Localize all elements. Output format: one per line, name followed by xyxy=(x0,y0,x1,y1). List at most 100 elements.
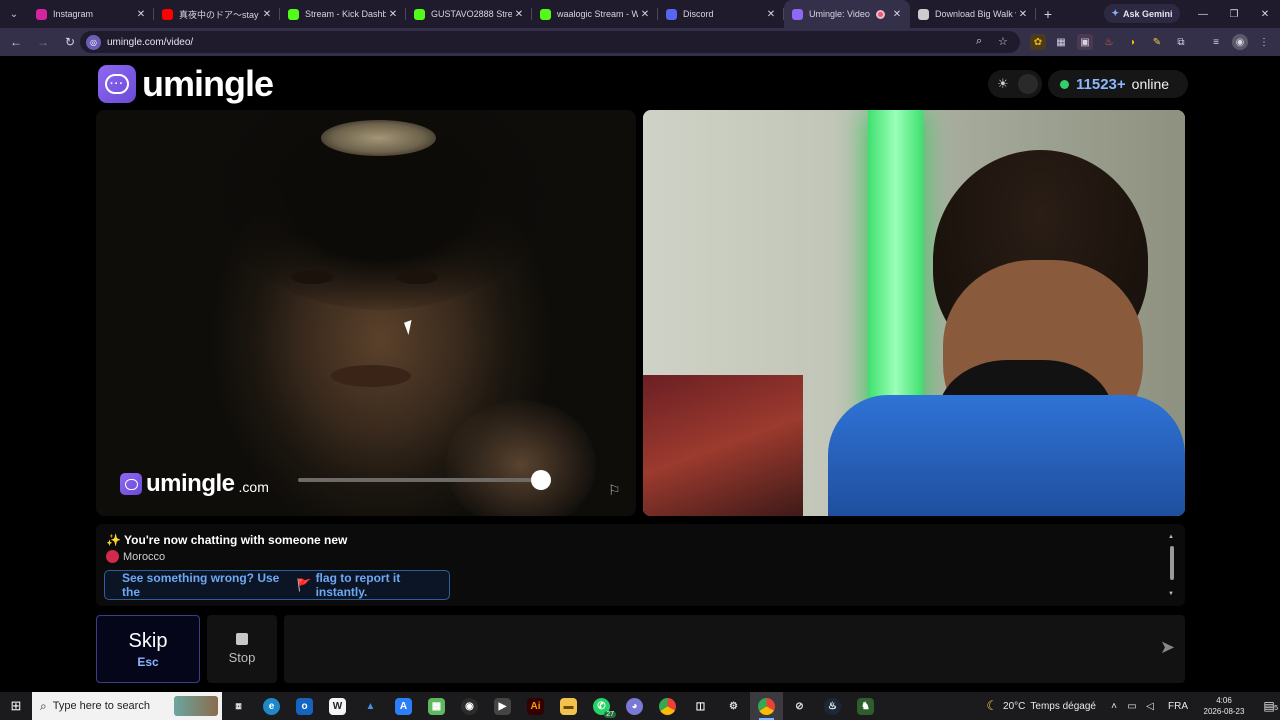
extension-f-icon[interactable]: ✎ xyxy=(1149,34,1165,50)
close-tab-icon[interactable]: ✕ xyxy=(512,9,526,20)
browser-tab[interactable]: GUSTAVO2888 Stream✕ xyxy=(406,0,532,28)
self-blue-shirt xyxy=(828,395,1185,516)
stop-button[interactable]: Stop xyxy=(207,615,277,683)
minimize-icon[interactable]: — xyxy=(1188,0,1218,28)
close-tab-icon[interactable]: ✕ xyxy=(134,9,148,20)
stranger-left-eye xyxy=(291,270,333,284)
edge-icon[interactable]: e xyxy=(255,692,288,720)
whatsapp-badge: 27 xyxy=(604,711,616,718)
chrome-icon[interactable] xyxy=(651,692,684,720)
message-input[interactable] xyxy=(296,635,1136,663)
address-bar[interactable]: ◎ umingle.com/video/ ⌕ ☆ xyxy=(80,31,1020,53)
volume-slider[interactable] xyxy=(298,470,551,490)
outlook-icon[interactable]: o xyxy=(288,692,321,720)
volume-slider-thumb[interactable] xyxy=(530,470,551,490)
tab-title: Instagram xyxy=(53,9,94,19)
search-icon: ⌕ xyxy=(40,698,47,713)
profile-avatar-icon[interactable]: ◉ xyxy=(1232,34,1248,50)
game-app-icon[interactable]: ♞ xyxy=(849,692,882,720)
umingle-watermark-icon xyxy=(120,473,142,495)
browser-tab[interactable]: waalogic Stream - Watch✕ xyxy=(532,0,658,28)
close-window-icon[interactable]: ✕ xyxy=(1250,0,1280,28)
skip-button[interactable]: Skip Esc xyxy=(96,615,200,683)
scroll-up-arrow-icon[interactable]: ▲ xyxy=(1168,534,1174,540)
umingle-watermark: umingle .com xyxy=(120,470,269,498)
browser-tab[interactable]: Umingle: Video Chat ✕ xyxy=(784,0,910,28)
tray-chevron-up-icon[interactable]: ˄ xyxy=(1106,701,1122,712)
watermark-domain: .com xyxy=(238,479,269,495)
network-icon[interactable]: ▭ xyxy=(1124,701,1140,712)
close-tab-icon[interactable]: ✕ xyxy=(890,9,904,20)
close-tab-icon[interactable]: ✕ xyxy=(260,9,274,20)
scroll-down-arrow-icon[interactable]: ▼ xyxy=(1168,591,1174,597)
umingle-logo[interactable]: ··· umingle xyxy=(98,63,274,105)
red-flag-icon: 🚩 xyxy=(296,578,312,592)
app-triangle-icon[interactable]: ▲ xyxy=(354,692,387,720)
notification-center-icon[interactable]: ▤ 5 xyxy=(1258,699,1280,713)
whatsapp-icon[interactable]: ✆ 27 xyxy=(585,692,618,720)
tab-search-chevron-icon[interactable]: ⌄ xyxy=(0,0,28,28)
stop-square-icon xyxy=(236,633,248,645)
recorder-app-icon[interactable]: ⊘ xyxy=(783,692,816,720)
weather-widget[interactable]: ☾ 20°C Temps dégagé xyxy=(986,698,1096,714)
browser-tab[interactable]: Stream - Kick Dashboard✕ xyxy=(280,0,406,28)
media-player-icon[interactable]: ▶ xyxy=(486,692,519,720)
close-tab-icon[interactable]: ✕ xyxy=(638,9,652,20)
media-controls-icon[interactable]: ≡ xyxy=(1208,34,1224,50)
volume-icon[interactable]: ◁ xyxy=(1142,701,1158,712)
online-count: 11523+ xyxy=(1076,75,1126,93)
forward-arrow-icon[interactable]: → xyxy=(31,30,55,54)
stranger-hand xyxy=(446,400,596,516)
input-language[interactable]: FRA xyxy=(1168,701,1188,712)
scrollbar-thumb[interactable] xyxy=(1170,546,1174,580)
bookmark-star-icon[interactable]: ☆ xyxy=(998,35,1008,48)
close-tab-icon[interactable]: ✕ xyxy=(1016,9,1030,20)
app-store-a-icon[interactable]: A xyxy=(387,692,420,720)
country-name: Morocco xyxy=(123,550,166,563)
new-tab-plus-icon[interactable]: + xyxy=(1036,6,1060,22)
system-tray: ☾ 20°C Temps dégagé ˄ ▭ ◁ FRA 4:06 2026-… xyxy=(986,692,1280,720)
ask-gemini-button[interactable]: ✦ Ask Gemini xyxy=(1104,4,1180,23)
morocco-flag-icon xyxy=(106,550,119,563)
ask-gemini-label: Ask Gemini xyxy=(1123,8,1173,19)
task-view-icon[interactable]: ⧈ xyxy=(222,692,255,720)
taskbar-clock[interactable]: 4:06 2026-08-23 xyxy=(1196,695,1252,717)
browser-tab[interactable]: Instagram ✕ xyxy=(28,0,154,28)
extension-a-icon[interactable]: ✿ xyxy=(1030,34,1046,50)
back-arrow-icon[interactable]: ← xyxy=(4,30,28,54)
steam-icon[interactable]: ♨ xyxy=(816,692,849,720)
calendar-app-icon[interactable]: ▦ xyxy=(420,692,453,720)
zoom-magnifier-icon[interactable]: ⌕ xyxy=(976,35,982,48)
extension-b-icon[interactable]: ▦ xyxy=(1053,34,1069,50)
sun-icon: ☀ xyxy=(997,76,1009,91)
online-counter: 11523+ online xyxy=(1048,70,1188,98)
clock-date: 2026-08-23 xyxy=(1203,707,1245,716)
browser-tab[interactable]: 真夜中のドア～stay with me✕ xyxy=(154,0,280,28)
discord-taskbar-icon[interactable]: ◕ xyxy=(618,692,651,720)
theme-toggle[interactable]: ☀ xyxy=(988,70,1042,98)
browser-tab[interactable]: Discord ✕ xyxy=(658,0,784,28)
chat-scrollbar[interactable]: ▲ ▼ xyxy=(1168,534,1175,598)
chrome-active-icon[interactable] xyxy=(750,692,783,720)
reload-icon[interactable]: ↻ xyxy=(58,30,82,54)
report-flag-icon[interactable]: ⚐ xyxy=(608,482,621,499)
extensions-puzzle-icon[interactable]: ⧉ xyxy=(1173,34,1189,50)
send-arrow-icon[interactable]: ➤ xyxy=(1160,637,1175,658)
close-tab-icon[interactable]: ✕ xyxy=(386,9,400,20)
restore-icon[interactable]: ❐ xyxy=(1219,0,1249,28)
chrome-menu-icon[interactable]: ⋮ xyxy=(1256,34,1272,50)
extension-d-icon[interactable]: ♨ xyxy=(1101,34,1117,50)
file-explorer-icon[interactable]: ▬ xyxy=(552,692,585,720)
taskbar-search-box[interactable]: ⌕ Type here to search xyxy=(32,692,222,720)
obs-icon[interactable]: ◉ xyxy=(453,692,486,720)
adobe-illustrator-icon[interactable]: Ai xyxy=(519,692,552,720)
close-tab-icon[interactable]: ✕ xyxy=(764,9,778,20)
settings-gear-icon[interactable]: ⚙ xyxy=(717,692,750,720)
browser-tab[interactable]: Download Big Walk v1.0✕ xyxy=(910,0,1036,28)
extension-c-icon[interactable]: ▣ xyxy=(1077,34,1093,50)
extension-e-icon[interactable]: ◗ xyxy=(1125,34,1141,50)
clipboard-app-icon[interactable]: ◫ xyxy=(684,692,717,720)
site-info-icon[interactable]: ◎ xyxy=(86,34,101,50)
windows-start-icon[interactable]: ⊞ xyxy=(0,692,32,720)
winrar-icon[interactable]: W xyxy=(321,692,354,720)
